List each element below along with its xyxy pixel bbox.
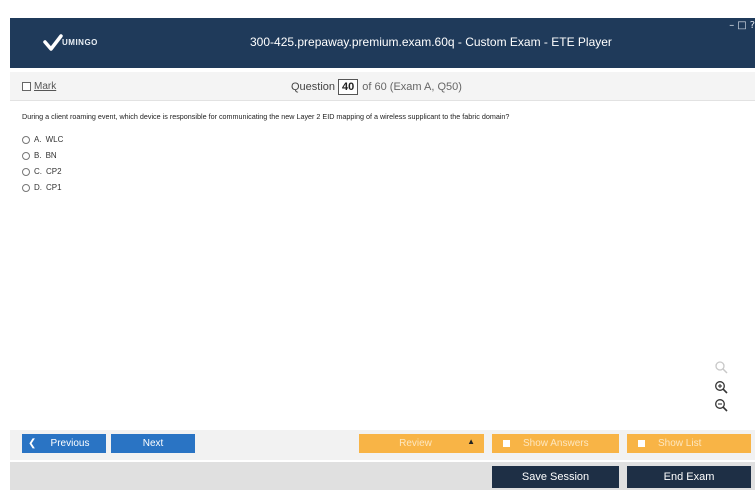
maximize-button[interactable]: □ (737, 20, 746, 31)
end-exam-button[interactable]: End Exam (627, 466, 751, 488)
question-counter: Question 40 of 60 (Exam A, Q50) (291, 79, 462, 95)
mark-label[interactable]: Mark (34, 81, 56, 92)
logo-text: UMINGO (62, 38, 98, 47)
option-text: CP1 (46, 183, 62, 192)
window-controls: – □? (726, 20, 755, 31)
option-letter: B. (34, 151, 42, 160)
option-letter: D. (34, 183, 42, 192)
save-session-button[interactable]: Save Session (492, 466, 619, 488)
question-number-input[interactable]: 40 (338, 79, 359, 95)
show-answers-label: Show Answers (523, 438, 589, 449)
chevron-left-icon: ❮ (28, 438, 37, 449)
checkbox-icon[interactable] (638, 440, 645, 447)
show-list-button[interactable]: Show List (627, 434, 751, 453)
checkmark-logo-icon (43, 34, 63, 51)
question-text: During a client roaming event, which dev… (22, 112, 510, 121)
answer-option-a[interactable]: A. WLC (22, 135, 63, 144)
search-icon[interactable] (714, 360, 728, 374)
option-letter: A. (34, 135, 42, 144)
option-text: BN (45, 151, 57, 160)
question-of-text: of 60 (Exam A, Q50) (362, 81, 462, 93)
window-title: 300-425.prepaway.premium.exam.60q - Cust… (250, 35, 612, 49)
zoom-in-icon[interactable] (714, 380, 728, 394)
question-bar: Mark Question 40 of 60 (Exam A, Q50) (10, 72, 755, 101)
answer-option-d[interactable]: D. CP1 (22, 183, 62, 192)
previous-button[interactable]: ❮ Previous (22, 434, 106, 453)
triangle-up-icon[interactable]: ▲ (467, 437, 475, 446)
radio-button[interactable] (22, 167, 30, 176)
answer-option-b[interactable]: B. BN (22, 151, 57, 160)
radio-button[interactable] (22, 183, 30, 192)
review-button[interactable]: Review ▲ (359, 434, 484, 453)
radio-button[interactable] (22, 135, 30, 144)
show-list-label: Show List (658, 438, 702, 449)
review-label: Review (399, 438, 432, 449)
next-label: Next (142, 438, 164, 449)
title-bar: UMINGO 300-425.prepaway.premium.exam.60q… (10, 18, 755, 68)
checkbox-icon[interactable] (22, 82, 31, 91)
option-letter: C. (34, 167, 42, 176)
next-button[interactable]: Next (111, 434, 195, 453)
option-text: WLC (45, 135, 64, 144)
previous-label: Previous (50, 438, 90, 449)
checkbox-icon[interactable] (503, 440, 510, 447)
zoom-out-icon[interactable] (714, 398, 728, 412)
end-exam-label: End Exam (663, 471, 715, 483)
app-logo: UMINGO (43, 33, 123, 55)
minimize-button[interactable]: – (729, 20, 734, 31)
option-text: CP2 (46, 167, 62, 176)
answer-option-c[interactable]: C. CP2 (22, 167, 62, 176)
radio-button[interactable] (22, 151, 30, 160)
save-session-label: Save Session (521, 471, 590, 483)
help-button[interactable]: ? (750, 20, 755, 31)
mark-checkbox[interactable]: Mark (22, 81, 56, 92)
question-label: Question (291, 81, 336, 93)
show-answers-button[interactable]: Show Answers (492, 434, 619, 453)
